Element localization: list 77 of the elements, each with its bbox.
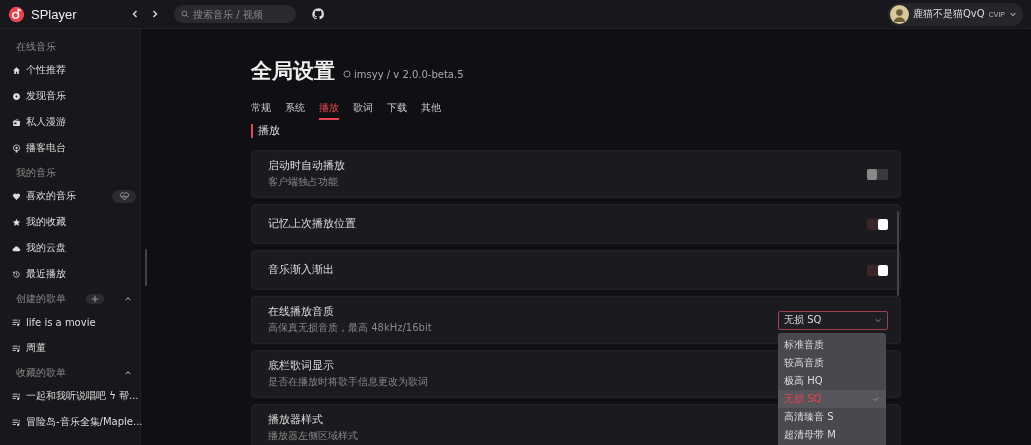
section-title: 在线音乐 — [16, 40, 56, 54]
setting-title: 记忆上次播放位置 — [268, 217, 356, 231]
sidebar-item[interactable]: life is a movie — [0, 309, 140, 335]
setting-description: 是否在播放时将歌手信息更改为歌词 — [268, 375, 428, 389]
back-icon[interactable] — [130, 9, 140, 19]
sidebar-item[interactable]: 播客电台 — [0, 135, 140, 161]
check-icon — [872, 394, 880, 403]
section-title: 我的音乐 — [16, 166, 56, 180]
setting-description: 高保真无损音质，最高 48kHz/16bit — [268, 321, 432, 335]
sidebar-item[interactable]: 我的云盘 — [0, 235, 140, 261]
tab[interactable]: 其他 — [421, 101, 441, 120]
history-icon — [12, 269, 21, 279]
sidebar-item[interactable]: 喜欢的音乐 — [0, 183, 140, 209]
avatar-icon — [890, 4, 909, 24]
setting-title: 启动时自动播放 — [268, 159, 345, 173]
heartbeat-icon — [118, 191, 130, 201]
tab[interactable]: 下载 — [387, 101, 407, 120]
sidebar-item[interactable]: 周董 — [0, 335, 140, 361]
sidebar-item[interactable]: 冒险岛-音乐全集/Maple... — [0, 409, 140, 435]
dropdown-option[interactable]: 标准音质 — [778, 335, 886, 354]
disc-icon — [12, 91, 21, 101]
user-name: 鹿猫不是猫QvQ — [913, 7, 985, 21]
home-icon — [12, 65, 21, 75]
setting-title: 音乐渐入渐出 — [268, 263, 334, 277]
repo-link[interactable]: imsyy / v 2.0.0-beta.5 — [343, 68, 464, 80]
star-icon — [12, 217, 21, 227]
dropdown-option[interactable]: 高清臻音 S — [778, 407, 886, 426]
search-field[interactable]: 搜索音乐 / 视频 — [174, 5, 296, 23]
section-heading: 播放 — [251, 124, 901, 138]
sidebar-item[interactable]: 我的收藏 — [0, 209, 140, 235]
dropdown-option[interactable]: 较高音质 — [778, 353, 886, 372]
github-icon[interactable] — [312, 8, 324, 20]
setting-description: 播放器左侧区域样式 — [268, 429, 358, 443]
radio-icon — [12, 117, 21, 127]
setting-title: 播放器样式 — [268, 413, 324, 427]
dropdown-option[interactable]: 超清母带 M — [778, 425, 886, 444]
tab[interactable]: 系统 — [285, 101, 305, 120]
sidebar-item[interactable]: 发现音乐 — [0, 83, 140, 109]
section-title: 收藏的歌单 — [16, 366, 66, 380]
caret-icon — [1009, 10, 1017, 18]
plus-icon — [91, 295, 99, 303]
cloud-icon — [12, 243, 21, 253]
caret-icon — [874, 316, 882, 324]
setting-description: 客户端独占功能 — [268, 175, 339, 189]
setting-title: 底栏歌词显示 — [268, 359, 335, 373]
playlist-icon — [12, 417, 21, 427]
tab[interactable]: 播放 — [319, 101, 339, 120]
toggle-switch[interactable] — [867, 218, 888, 230]
playlist-icon — [12, 317, 21, 327]
setting-title: 在线播放音质 — [268, 305, 335, 319]
toggle-switch[interactable] — [867, 168, 888, 180]
sidebar-item[interactable]: 个性推荐 — [0, 57, 140, 83]
section-title: 创建的歌单 — [16, 292, 66, 306]
playlist-icon — [12, 343, 21, 353]
page-title: 全局设置 — [251, 58, 335, 85]
scrollbar-thumb[interactable] — [897, 211, 899, 296]
caret-icon[interactable] — [124, 369, 132, 377]
add-button[interactable] — [86, 294, 104, 304]
circle-icon — [343, 70, 351, 78]
search-icon — [181, 10, 189, 18]
logo-icon — [8, 5, 25, 23]
playlist-icon — [12, 391, 21, 401]
sidebar-item[interactable]: 私人漫游 — [0, 109, 140, 135]
tab[interactable]: 歌词 — [353, 101, 373, 120]
dropdown-option[interactable]: 极高 HQ — [778, 371, 886, 390]
scrollbar-thumb[interactable] — [145, 249, 147, 286]
heartbeat-button[interactable] — [112, 189, 136, 203]
quality-select[interactable]: 无损 SQ — [778, 310, 888, 330]
sidebar-item[interactable]: 最近播放 — [0, 261, 140, 287]
toggle-switch[interactable] — [867, 264, 888, 276]
heart-icon — [12, 191, 21, 201]
tab[interactable]: 常规 — [251, 101, 271, 120]
app-name: SPlayer — [31, 6, 77, 22]
forward-icon[interactable] — [150, 9, 160, 19]
sidebar-item[interactable]: 一起和我听说唱吧 ϟ 帮... — [0, 383, 140, 409]
caret-icon[interactable] — [124, 295, 132, 303]
podcast-icon — [12, 143, 21, 153]
